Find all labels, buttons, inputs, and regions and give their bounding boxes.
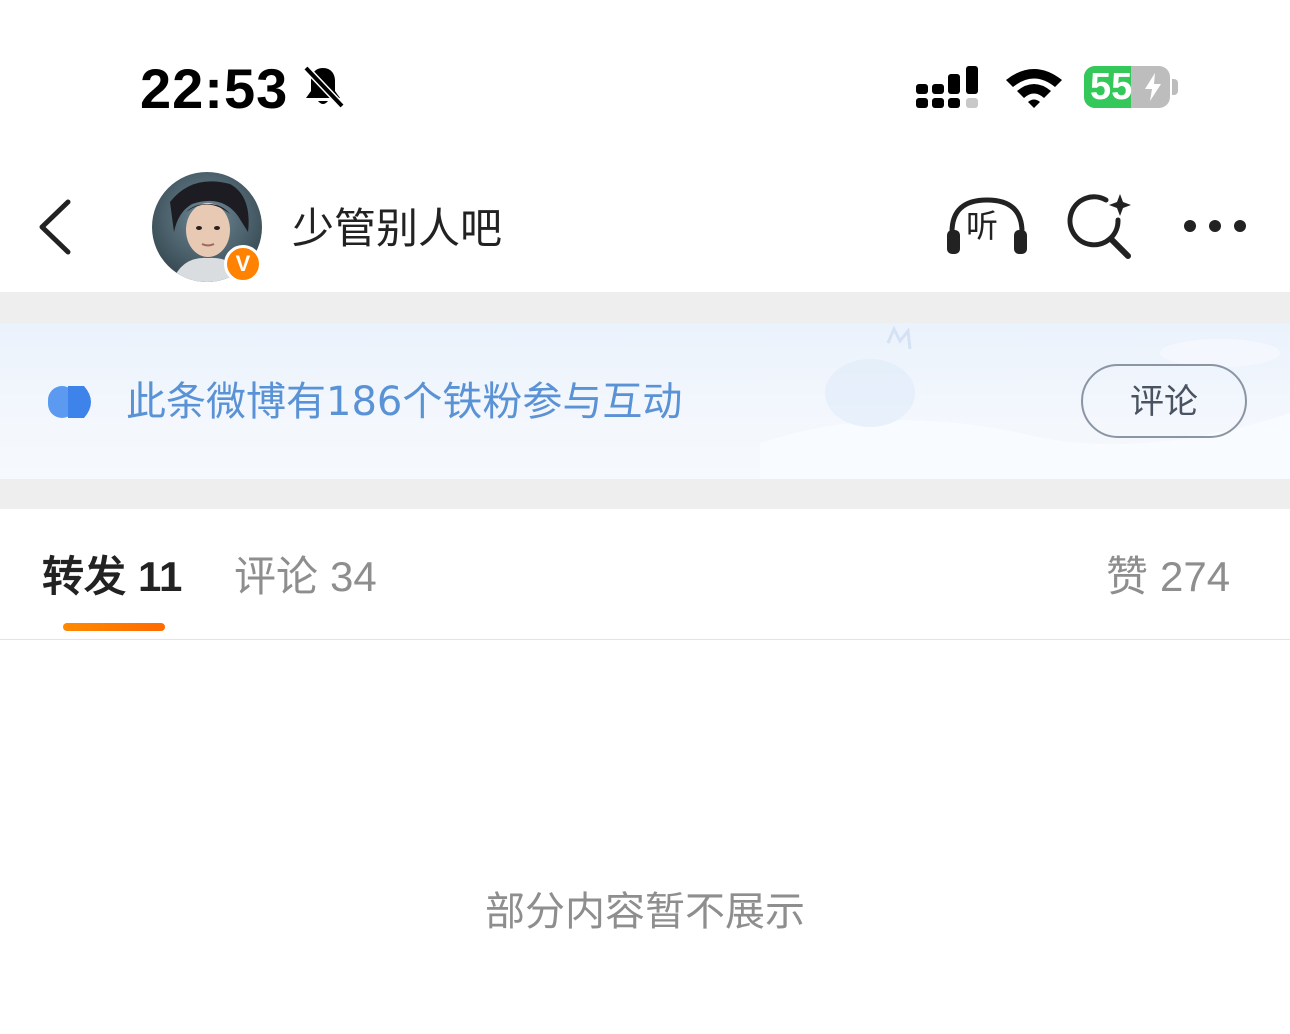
tab-count: 34	[330, 553, 377, 600]
tab-count: 274	[1160, 553, 1231, 600]
tab-count: 11	[138, 553, 183, 600]
tab-label: 转发	[42, 552, 127, 601]
verified-badge: V	[224, 245, 262, 283]
battery-cap	[1172, 79, 1178, 95]
tab-label: 赞	[1106, 552, 1149, 601]
tab-label: 评论	[234, 552, 319, 601]
tab-repost[interactable]: 转发 11	[42, 548, 182, 606]
listen-label: 听	[966, 207, 999, 245]
bolt-icon	[1145, 73, 1161, 101]
fans-interaction-text: 此条微博有186个铁粉参与互动	[126, 379, 683, 425]
listen-button[interactable]: 听	[944, 192, 1030, 262]
wifi-icon	[1006, 69, 1062, 108]
back-chevron-icon[interactable]	[30, 196, 80, 258]
section-divider	[0, 292, 1290, 323]
bell-slash-icon	[303, 65, 345, 109]
user-name[interactable]: 少管别人吧	[292, 200, 502, 258]
more-dots-icon[interactable]	[1180, 214, 1250, 238]
ai-search-icon[interactable]	[1066, 192, 1136, 262]
empty-content-message: 部分内容暂不展示	[485, 889, 805, 935]
cellular-signal-icon	[916, 66, 978, 108]
tab-comment[interactable]: 评论 34	[234, 548, 377, 606]
section-divider	[0, 479, 1290, 509]
fans-icon	[48, 386, 91, 418]
active-tab-indicator	[63, 623, 165, 631]
status-time: 22:53	[140, 57, 289, 120]
fans-banner: 此条微博有186个铁粉参与互动 评论	[0, 323, 1290, 479]
tab-divider	[0, 639, 1290, 640]
battery-level: 55	[1090, 66, 1133, 108]
tab-like[interactable]: 赞 274	[1106, 548, 1230, 606]
comment-button[interactable]: 评论	[1081, 364, 1247, 438]
battery-indicator: 55	[1084, 66, 1170, 108]
